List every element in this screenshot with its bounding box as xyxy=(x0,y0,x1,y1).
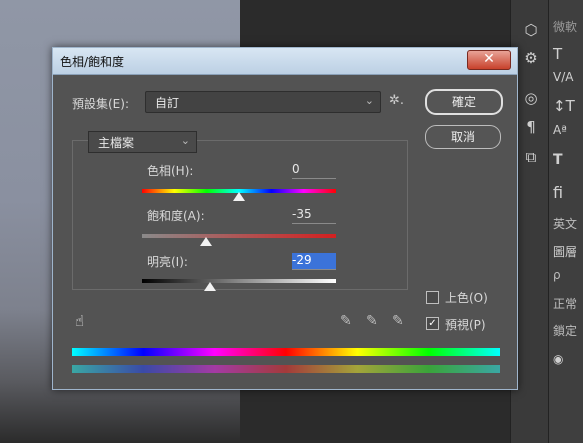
chevron-down-icon: ⌄ xyxy=(364,94,374,107)
preset-select[interactable]: 自訂 ⌄ xyxy=(145,91,381,113)
preview-checkbox[interactable]: ✓ xyxy=(426,317,439,330)
vertical-scale-icon[interactable]: ↕T xyxy=(553,97,575,115)
eye-icon[interactable]: ◉ xyxy=(553,352,563,366)
chevron-down-icon: ⌄ xyxy=(180,134,190,147)
hue-saturation-dialog: 色相/飽和度 ✕ 預設集(E): 自訂 ⌄ ✲. 確定 取消 主檔案 ⌄ 色相(… xyxy=(52,47,518,390)
paragraph-icon[interactable]: ¶ xyxy=(521,117,541,137)
eyedropper-minus-icon[interactable]: ✎ xyxy=(392,313,404,329)
lightness-label: 明亮(I): xyxy=(147,255,188,269)
eyedropper-plus-icon[interactable]: ✎ xyxy=(366,313,378,329)
saturation-label: 飽和度(A): xyxy=(147,209,205,223)
target-adjust-hand-icon[interactable]: ☝ xyxy=(75,312,84,330)
gear-icon[interactable]: ✲. xyxy=(389,93,404,108)
adjustment-group xyxy=(72,140,408,290)
input-color-bar xyxy=(72,348,500,356)
saturation-slider-track[interactable] xyxy=(142,234,336,238)
properties-panel: 微軟 T V/A ↕T Aª T fi 英文 圖層 ρ 正常 鎖定 ◉ xyxy=(548,0,583,443)
preset-value: 自訂 xyxy=(155,96,180,110)
lightness-slider-thumb[interactable] xyxy=(203,282,216,291)
kerning-icon[interactable]: V/A xyxy=(553,70,573,84)
cube-icon[interactable]: ⬡ xyxy=(521,20,541,40)
close-button[interactable]: ✕ xyxy=(467,50,511,70)
blend-mode-select[interactable]: 正常 xyxy=(553,295,577,312)
lightness-input[interactable]: -29 xyxy=(292,253,336,270)
lightness-slider-track[interactable] xyxy=(142,279,336,283)
layers-tab[interactable]: 圖層 xyxy=(553,243,577,260)
character-style-icon[interactable]: ⧉ xyxy=(521,147,541,167)
hue-slider-thumb[interactable] xyxy=(233,192,245,201)
swirl-icon[interactable]: ◎ xyxy=(521,88,541,108)
colorize-label: 上色(O) xyxy=(445,291,488,305)
lock-label: 鎖定 xyxy=(553,324,578,338)
dialog-title: 色相/飽和度 xyxy=(60,55,125,69)
baseline-icon[interactable]: Aª xyxy=(553,123,567,137)
search-icon[interactable]: ρ xyxy=(553,268,561,282)
eyedropper-icon[interactable]: ✎ xyxy=(340,313,352,329)
font-field[interactable]: 微軟 xyxy=(553,18,577,35)
dialog-titlebar[interactable]: 色相/飽和度 ✕ xyxy=(53,48,517,75)
preview-label: 預視(P) xyxy=(445,318,486,332)
language-field[interactable]: 英文 xyxy=(553,215,577,232)
cancel-button[interactable]: 取消 xyxy=(425,125,501,149)
saturation-input[interactable]: -35 xyxy=(292,207,336,224)
hue-label: 色相(H): xyxy=(147,164,194,178)
channel-value: 主檔案 xyxy=(98,136,135,150)
bold-t-icon[interactable]: T xyxy=(553,152,563,168)
share-icon[interactable]: ⚙ xyxy=(521,48,541,68)
saturation-slider-thumb[interactable] xyxy=(200,237,213,246)
text-size-icon[interactable]: T xyxy=(553,45,562,63)
preset-label: 預設集(E): xyxy=(72,97,129,111)
channel-select[interactable]: 主檔案 ⌄ xyxy=(88,131,197,153)
colorize-checkbox[interactable] xyxy=(426,291,439,304)
ok-button[interactable]: 確定 xyxy=(425,89,503,115)
hue-input[interactable]: 0 xyxy=(292,162,336,179)
ligature-icon[interactable]: fi xyxy=(553,183,563,202)
output-color-bar xyxy=(72,365,500,373)
